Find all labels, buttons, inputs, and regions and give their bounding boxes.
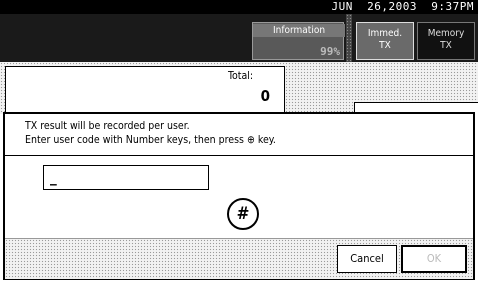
total-value: 0	[260, 87, 270, 105]
message-line-1: TX result will be recorded per user.	[25, 120, 190, 132]
user-code-cursor: _	[50, 168, 57, 186]
header-separator	[346, 14, 352, 62]
total-panel: Total: 0	[5, 66, 285, 114]
information-label: Information	[253, 24, 345, 37]
message-divider	[5, 155, 473, 156]
user-code-field[interactable]: _	[43, 165, 209, 190]
information-button[interactable]: Information 99%	[252, 22, 345, 60]
immed-tx-label-2: TX	[379, 40, 391, 51]
total-label: Total:	[228, 70, 254, 82]
memory-tx-label-1: Memory	[427, 28, 465, 39]
immed-tx-button[interactable]: Immed. TX	[356, 22, 414, 60]
message-line-2: Enter user code with Number keys, then p…	[25, 134, 276, 146]
dialog: TX result will be recorded per user. Ent…	[3, 112, 475, 280]
hash-key-button[interactable]: #	[227, 198, 259, 230]
hash-icon: #	[236, 204, 250, 224]
immed-tx-label-1: Immed.	[367, 28, 403, 39]
cancel-button[interactable]: Cancel	[337, 245, 397, 273]
datetime-text: JUN 26,2003 9:37PM	[331, 0, 474, 13]
memory-percent: 99%	[320, 45, 340, 58]
cancel-label: Cancel	[350, 252, 384, 265]
memory-tx-button[interactable]: Memory TX	[417, 22, 475, 60]
memory-tx-label-2: TX	[440, 40, 452, 51]
ok-label: OK	[426, 252, 442, 265]
ok-button[interactable]: OK	[401, 245, 467, 273]
